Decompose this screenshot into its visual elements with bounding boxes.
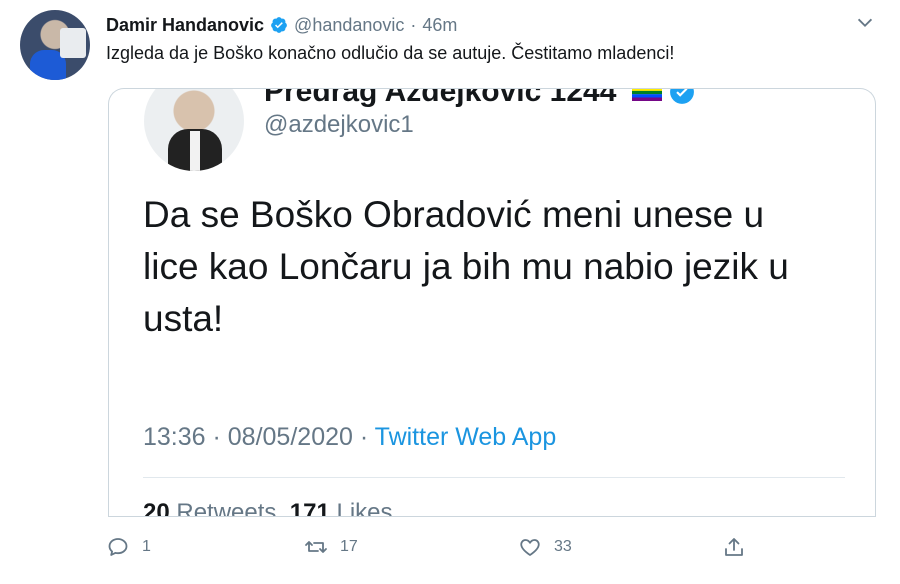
retweet-count: 17 (340, 538, 358, 555)
reply-button[interactable]: 1 (106, 535, 151, 559)
tweet-text: Izgleda da je Boško konačno odlučio da s… (106, 43, 675, 63)
quoted-verified-icon (670, 89, 694, 104)
verified-icon (271, 17, 287, 33)
tweet-header: Damir Handanovic @handanovic · 46m (106, 14, 457, 36)
quoted-card-bottom-edge (108, 516, 876, 517)
avatar-shirt (190, 131, 200, 171)
avatar-sign (60, 28, 86, 58)
quoted-likes-count: 171 (289, 499, 330, 517)
quoted-timestamp: 13:36 · 08/05/2020 · (143, 423, 375, 451)
quoted-tweet-card[interactable]: Predrag Azdejković 1244 @azdejkovic1 Da … (108, 88, 876, 517)
reply-count: 1 (142, 538, 151, 555)
like-count: 33 (554, 538, 572, 555)
heart-icon (520, 539, 540, 556)
author-handle[interactable]: @handanovic (294, 15, 404, 36)
chevron-down-icon[interactable] (854, 12, 876, 34)
quoted-author-avatar (144, 89, 244, 171)
author-avatar[interactable] (20, 10, 90, 80)
author-name[interactable]: Damir Handanovic (106, 15, 264, 36)
reply-icon (108, 538, 128, 556)
share-button[interactable] (722, 535, 746, 559)
quoted-author-handle: @azdejkovic1 (264, 111, 414, 138)
quoted-likes-label: Likes (329, 499, 393, 517)
retweet-icon (305, 541, 327, 553)
quoted-divider (143, 477, 845, 478)
share-icon (725, 538, 743, 556)
rainbow-flag-icon (632, 89, 662, 101)
quoted-source-app[interactable]: Twitter Web App (375, 423, 557, 451)
quoted-tweet-meta: 13:36 · 08/05/2020 · Twitter Web App (143, 423, 556, 452)
quoted-author-name: Predrag Azdejković 1244 (264, 88, 617, 108)
like-button[interactable]: 33 (518, 535, 572, 559)
retweet-button[interactable]: 17 (304, 535, 358, 559)
tweet-actions: 1 17 33 (106, 535, 866, 565)
quoted-stats: 20 Retweets 171 Likes (143, 499, 393, 517)
quoted-retweets-label: Retweets (169, 499, 277, 517)
quoted-tweet-text: Da se Boško Obradović meni unese u lice … (143, 194, 789, 339)
quoted-retweets-count: 20 (143, 499, 170, 517)
separator-dot: · (410, 14, 417, 35)
tweet-time[interactable]: 46m (422, 15, 457, 36)
